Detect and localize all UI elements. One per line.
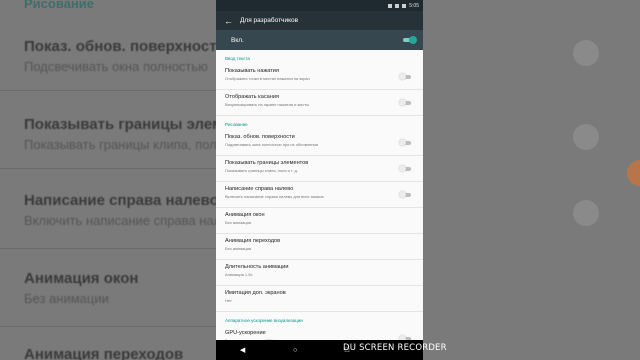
bg-item-subtitle: Включить написание справа нал xyxy=(24,213,216,228)
setting-title: Отображать касания xyxy=(225,94,279,100)
bg-toggle-knob xyxy=(573,124,599,150)
setting-title: Имитация доп. экранов xyxy=(225,290,286,296)
master-switch-toggle[interactable] xyxy=(403,36,417,44)
master-switch-label: Вкл. xyxy=(231,36,244,44)
setting-title: Анимация окон xyxy=(225,212,265,218)
setting-title: GPU-ускорение xyxy=(225,330,266,336)
setting-subtitle: Без анимации xyxy=(225,246,252,251)
app-toolbar: ← Для разработчиков xyxy=(216,11,423,30)
setting-subtitle: Отображать точки в местах нажатия на экр… xyxy=(225,76,310,81)
setting-toggle[interactable] xyxy=(399,99,411,106)
bg-item: Написание справа налево Включить написан… xyxy=(24,192,216,228)
section-header: Ввод текста xyxy=(225,56,250,61)
setting-subtitle: Показывать границы клипа, поля и т. д. xyxy=(225,168,298,173)
nav-home-icon[interactable]: ○ xyxy=(293,347,297,354)
status-bar: 5:05 xyxy=(216,0,423,11)
bg-divider xyxy=(0,326,216,327)
bg-item-title: Анимация переходов xyxy=(24,346,184,360)
setting-animator-duration[interactable]: Длительность анимации Анимация 1,5x xyxy=(216,260,423,286)
setting-title: Показывать границы элементов xyxy=(225,160,309,166)
setting-rtl-layout[interactable]: Написание справа налево Включить написан… xyxy=(216,182,423,208)
battery-icon xyxy=(402,3,407,8)
setting-layout-bounds[interactable]: Показывать границы элементов Показывать … xyxy=(216,156,423,182)
section-header: Аппаратное ускорение визуализации xyxy=(225,318,303,323)
setting-subtitle: Подсвечивать окна полностью при их обнов… xyxy=(225,142,318,147)
notification-icon xyxy=(388,3,393,8)
setting-toggle[interactable] xyxy=(399,191,411,198)
setting-toggle[interactable] xyxy=(399,165,411,172)
bg-toggle-knob xyxy=(573,40,599,66)
bg-section-header: Рисование xyxy=(24,0,94,11)
bg-divider xyxy=(0,90,216,91)
setting-toggle[interactable] xyxy=(399,139,411,146)
setting-title: Показывать нажатия xyxy=(225,68,279,74)
setting-title: Длительность анимации xyxy=(225,264,289,270)
setting-subtitle: Нет xyxy=(225,298,232,303)
setting-subtitle: Без анимации xyxy=(225,220,252,225)
page-title: Для разработчиков xyxy=(240,17,299,24)
setting-secondary-displays[interactable]: Имитация доп. экранов Нет xyxy=(216,286,423,312)
bg-item-title: Написание справа налево xyxy=(24,192,216,209)
phone-screen: 5:05 ← Для разработчиков Вкл. Ввод текст… xyxy=(216,0,423,360)
bg-item: Анимация переходов xyxy=(24,346,183,360)
setting-show-taps[interactable]: Показывать нажатия Отображать точки в ме… xyxy=(216,64,423,90)
master-switch-bar[interactable]: Вкл. xyxy=(216,30,423,50)
bg-item-subtitle: Показывать границы клипа, поле xyxy=(24,137,216,152)
setting-toggle[interactable] xyxy=(399,73,411,80)
setting-subtitle: Визуализировать на экране нажатия и жест… xyxy=(225,102,310,107)
bg-item-title: Показывать границы элем xyxy=(24,116,216,133)
setting-title: Анимация переходов xyxy=(225,238,281,244)
setting-title: Показ. обнов. поверхности xyxy=(225,134,295,140)
setting-transition-animation[interactable]: Анимация переходов Без анимации xyxy=(216,234,423,260)
bg-scroll-handle xyxy=(627,160,640,186)
screen-recording-frame: Рисование Показ. обнов. поверхностей Под… xyxy=(0,0,640,360)
setting-window-animation[interactable]: Анимация окон Без анимации xyxy=(216,208,423,234)
setting-subtitle: Включить написание справа налево для все… xyxy=(225,194,324,199)
blurred-background-left: Рисование Показ. обнов. поверхностей Под… xyxy=(0,0,216,360)
setting-surface-updates[interactable]: Показ. обнов. поверхности Подсвечивать о… xyxy=(216,130,423,156)
setting-pointer-location[interactable]: Отображать касания Визуализировать на эк… xyxy=(216,90,423,116)
recorder-watermark: DU SCREEN RECORDER xyxy=(343,343,447,353)
bg-divider xyxy=(0,168,216,169)
bg-item-subtitle: Подсвечивать окна полностью xyxy=(24,59,208,74)
bg-item-subtitle: Без анимации xyxy=(24,291,109,306)
setting-subtitle: Анимация 1,5x xyxy=(225,272,253,277)
bg-item-title: Показ. обнов. поверхностей xyxy=(24,38,216,55)
arrow-back-icon[interactable]: ← xyxy=(224,16,240,26)
bg-divider xyxy=(0,248,216,249)
bg-item: Показ. обнов. поверхностей Подсвечивать … xyxy=(24,38,216,74)
status-time: 5:05 xyxy=(409,2,419,9)
setting-title: Написание справа налево xyxy=(225,186,294,192)
blurred-background-right xyxy=(423,0,640,360)
bg-item: Показывать границы элем Показывать грани… xyxy=(24,116,216,152)
bg-toggle-knob xyxy=(573,200,599,226)
bg-item: Анимация окон Без анимации xyxy=(24,270,138,306)
signal-icon xyxy=(395,3,400,8)
settings-list: Ввод текста Показывать нажатия Отображат… xyxy=(216,50,423,352)
bg-item-title: Анимация окон xyxy=(24,270,139,287)
section-header: Рисование xyxy=(225,122,248,127)
nav-back-icon[interactable]: ◀ xyxy=(240,346,245,354)
